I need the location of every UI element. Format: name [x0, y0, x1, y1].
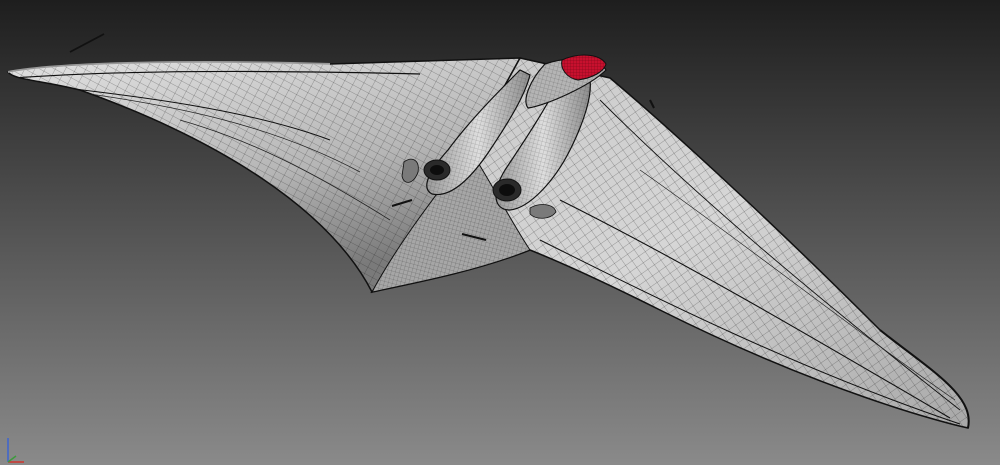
3d-viewport[interactable]	[0, 0, 1000, 465]
flying-wing-wireframe-render	[0, 0, 1000, 465]
